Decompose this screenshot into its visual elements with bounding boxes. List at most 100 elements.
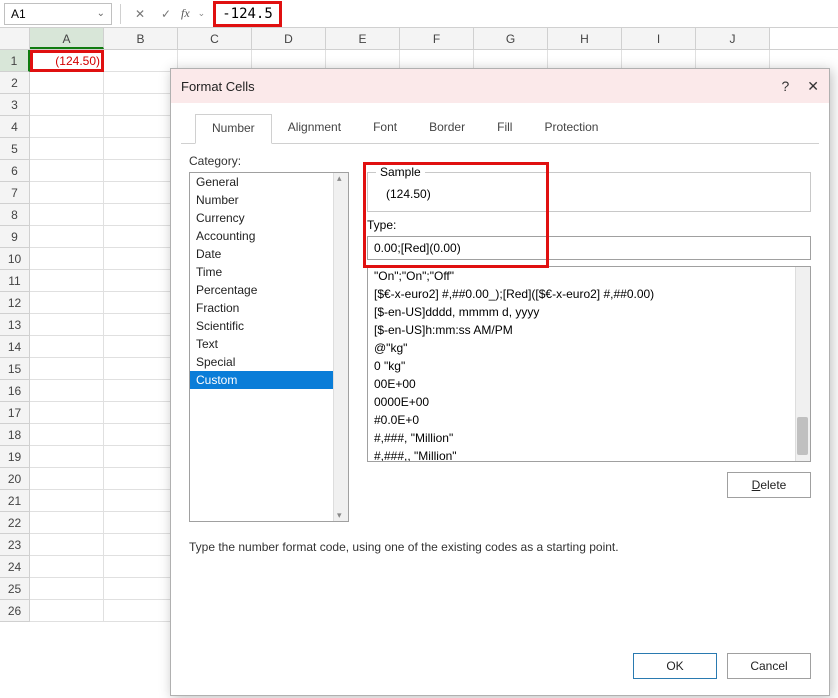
cell[interactable] (30, 160, 104, 182)
cell[interactable] (30, 182, 104, 204)
format-code-item[interactable]: 00E+00 (368, 375, 810, 393)
category-item[interactable]: General (190, 173, 348, 191)
cell[interactable] (30, 556, 104, 578)
category-item[interactable]: Custom (190, 371, 348, 389)
category-item[interactable]: Time (190, 263, 348, 281)
tab-number[interactable]: Number (195, 114, 272, 144)
row-header[interactable]: 1 (0, 50, 30, 72)
cell[interactable] (104, 314, 178, 336)
row-header[interactable]: 12 (0, 292, 30, 314)
row-header[interactable]: 10 (0, 248, 30, 270)
cell[interactable] (104, 402, 178, 424)
cancel-button[interactable]: Cancel (727, 653, 811, 679)
cell[interactable] (104, 490, 178, 512)
cell[interactable] (104, 468, 178, 490)
tab-alignment[interactable]: Alignment (272, 114, 357, 144)
category-item[interactable]: Accounting (190, 227, 348, 245)
category-item[interactable]: Scientific (190, 317, 348, 335)
cell[interactable]: (124.50) (30, 50, 104, 72)
row-header[interactable]: 19 (0, 446, 30, 468)
tab-fill[interactable]: Fill (481, 114, 528, 144)
help-icon[interactable]: ? (781, 78, 789, 94)
column-header[interactable]: B (104, 28, 178, 49)
cell[interactable] (104, 556, 178, 578)
cancel-formula-icon[interactable]: ✕ (129, 3, 151, 25)
row-header[interactable]: 24 (0, 556, 30, 578)
scrollbar[interactable] (333, 173, 348, 521)
column-header[interactable]: A (30, 28, 104, 49)
format-code-item[interactable]: 0000E+00 (368, 393, 810, 411)
format-code-item[interactable]: #,###,, "Million" (368, 447, 810, 462)
cell[interactable] (104, 138, 178, 160)
row-header[interactable]: 8 (0, 204, 30, 226)
cell[interactable] (30, 446, 104, 468)
row-header[interactable]: 13 (0, 314, 30, 336)
cell[interactable] (104, 600, 178, 622)
cell[interactable] (104, 204, 178, 226)
column-header[interactable]: C (178, 28, 252, 49)
column-header[interactable]: J (696, 28, 770, 49)
ok-button[interactable]: OK (633, 653, 717, 679)
category-item[interactable]: Text (190, 335, 348, 353)
row-header[interactable]: 15 (0, 358, 30, 380)
column-header[interactable]: E (326, 28, 400, 49)
cell[interactable] (104, 578, 178, 600)
row-header[interactable]: 16 (0, 380, 30, 402)
row-header[interactable]: 7 (0, 182, 30, 204)
cell[interactable] (30, 248, 104, 270)
format-code-item[interactable]: #,###, "Million" (368, 429, 810, 447)
format-code-listbox[interactable]: "On";"On";"Off"[$€-x-euro2] #,##0.00_);[… (367, 266, 811, 462)
cell[interactable] (30, 314, 104, 336)
format-code-item[interactable]: [$-en-US]h:mm:ss AM/PM (368, 321, 810, 339)
row-header[interactable]: 14 (0, 336, 30, 358)
cell[interactable] (30, 292, 104, 314)
cell[interactable] (104, 424, 178, 446)
cell[interactable] (104, 446, 178, 468)
row-header[interactable]: 20 (0, 468, 30, 490)
cell[interactable] (30, 72, 104, 94)
cell[interactable] (30, 204, 104, 226)
cell[interactable] (30, 600, 104, 622)
type-input[interactable] (367, 236, 811, 260)
cell[interactable] (30, 138, 104, 160)
cell[interactable] (104, 534, 178, 556)
column-header[interactable]: F (400, 28, 474, 49)
cell[interactable] (30, 336, 104, 358)
cell[interactable] (30, 358, 104, 380)
cell[interactable] (30, 270, 104, 292)
cell[interactable] (104, 270, 178, 292)
cell[interactable] (104, 358, 178, 380)
cell[interactable] (104, 292, 178, 314)
row-header[interactable]: 3 (0, 94, 30, 116)
scrollbar[interactable] (795, 267, 810, 461)
formula-input[interactable]: -124.5 (213, 1, 282, 27)
format-code-item[interactable]: #0.0E+0 (368, 411, 810, 429)
cell[interactable] (104, 160, 178, 182)
category-listbox[interactable]: GeneralNumberCurrencyAccountingDateTimeP… (189, 172, 349, 522)
row-header[interactable]: 2 (0, 72, 30, 94)
chevron-down-icon[interactable]: ⌄ (198, 8, 206, 19)
format-code-item[interactable]: 0 "kg" (368, 357, 810, 375)
row-header[interactable]: 26 (0, 600, 30, 622)
close-icon[interactable]: ✕ (807, 78, 819, 95)
name-box[interactable]: A1 ⌄ (4, 3, 112, 25)
format-code-item[interactable]: [$€-x-euro2] #,##0.00_);[Red]([$€-x-euro… (368, 285, 810, 303)
cell[interactable] (104, 94, 178, 116)
cell[interactable] (30, 116, 104, 138)
cell[interactable] (30, 534, 104, 556)
cell[interactable] (30, 226, 104, 248)
row-header[interactable]: 25 (0, 578, 30, 600)
column-header[interactable]: I (622, 28, 696, 49)
cell[interactable] (30, 380, 104, 402)
cell[interactable] (104, 512, 178, 534)
row-header[interactable]: 4 (0, 116, 30, 138)
delete-button[interactable]: Delete (727, 472, 811, 498)
category-item[interactable]: Percentage (190, 281, 348, 299)
tab-border[interactable]: Border (413, 114, 481, 144)
tab-font[interactable]: Font (357, 114, 413, 144)
row-header[interactable]: 6 (0, 160, 30, 182)
category-item[interactable]: Currency (190, 209, 348, 227)
row-header[interactable]: 22 (0, 512, 30, 534)
category-item[interactable]: Number (190, 191, 348, 209)
cell[interactable] (30, 468, 104, 490)
